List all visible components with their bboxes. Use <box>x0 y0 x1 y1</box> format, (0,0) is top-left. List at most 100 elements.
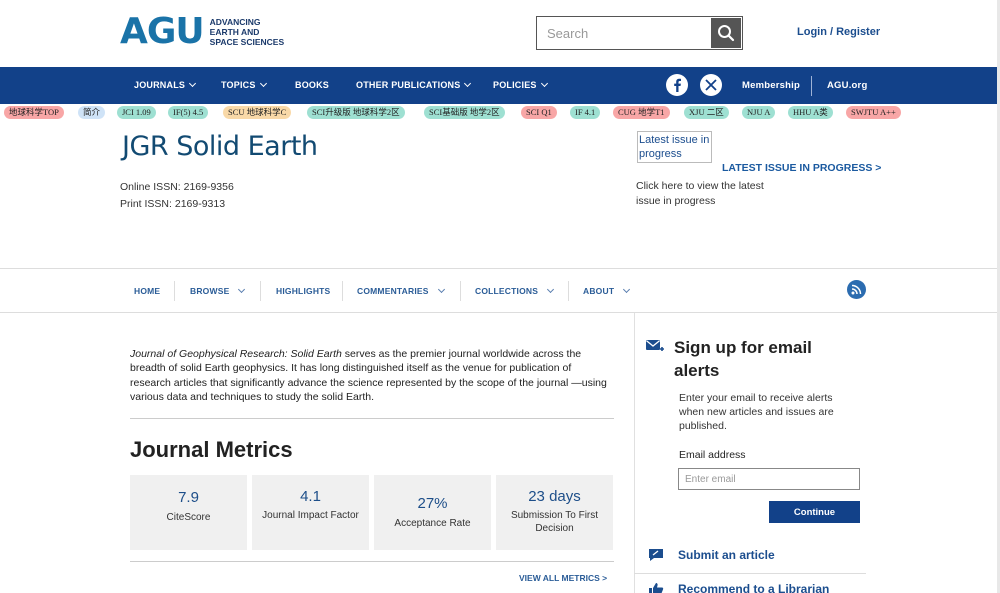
facebook-icon <box>674 78 681 92</box>
subnav-about[interactable]: ABOUT <box>583 285 631 296</box>
latest-issue-link[interactable]: LATEST ISSUE IN PROGRESS > <box>722 162 881 174</box>
search-button[interactable] <box>711 18 741 48</box>
nav-topics[interactable]: TOPICS <box>221 79 267 90</box>
tag-item[interactable]: NJU A <box>742 106 776 119</box>
subnav-browse[interactable]: BROWSE <box>190 285 246 296</box>
subnav-browse-label: BROWSE <box>190 286 230 296</box>
recommend-librarian-link[interactable]: Recommend to a Librarian <box>648 582 829 593</box>
continue-button[interactable]: Continue <box>769 501 860 523</box>
submit-article-link[interactable]: Submit an article <box>648 548 775 562</box>
metric-label: Acceptance Rate <box>394 518 471 529</box>
subnav-separator <box>460 281 461 301</box>
nav-journals-label: JOURNALS <box>134 80 186 90</box>
view-all-metrics-link[interactable]: VIEW ALL METRICS > <box>519 573 607 583</box>
online-issn: Online ISSN: 2169-9356 <box>120 181 234 193</box>
subnav-about-label: ABOUT <box>583 286 615 296</box>
metric-value: 7.9 <box>178 489 199 506</box>
email-alert-icon <box>646 340 664 351</box>
chevron-down-icon <box>464 79 472 88</box>
nav-books-label: BOOKS <box>295 80 330 90</box>
nav-policies-label: POLICIES <box>493 80 537 90</box>
journal-title[interactable]: JGR Solid Earth <box>122 131 318 162</box>
tag-item[interactable]: 简介 <box>78 106 106 119</box>
search-input[interactable] <box>537 17 709 49</box>
x-twitter-link[interactable] <box>700 74 722 96</box>
tag-item[interactable]: 地球科学TOP <box>4 106 64 119</box>
sidebar-divider <box>634 573 866 574</box>
metric-value: 27% <box>417 495 448 512</box>
tag-item[interactable]: XJU 二区 <box>684 106 729 119</box>
email-address-label: Email address <box>679 449 746 461</box>
metric-card-citescore: 7.9 CiteScore <box>130 475 247 550</box>
search-icon <box>718 25 735 42</box>
logo-line-1: ADVANCING <box>209 17 261 27</box>
nav-membership[interactable]: Membership <box>742 80 800 91</box>
subnav-home[interactable]: HOME <box>134 286 160 296</box>
journal-subnav: HOME BROWSE HIGHLIGHTS COMMENTARIES COLL… <box>0 268 997 313</box>
subnav-separator <box>260 281 261 301</box>
nav-journals[interactable]: JOURNALS <box>134 79 197 90</box>
latest-issue-image[interactable]: Latest issue in progress <box>637 131 712 163</box>
tag-item[interactable]: JCI 1.09 <box>117 106 156 119</box>
nav-topics-label: TOPICS <box>221 80 256 90</box>
main-navbar: JOURNALS TOPICS BOOKS OTHER PUBLICATIONS… <box>0 67 997 104</box>
tag-item[interactable]: SCI升级版 地球科学2区 <box>307 106 405 119</box>
rss-feed-link[interactable] <box>847 280 866 299</box>
chevron-down-icon <box>437 285 445 294</box>
sidebar-divider <box>634 313 635 593</box>
chevron-down-icon <box>189 79 197 88</box>
metric-label: CiteScore <box>166 512 211 523</box>
search-box <box>536 16 743 50</box>
tag-item[interactable]: SCI基础版 地学2区 <box>424 106 505 119</box>
recommend-librarian-label: Recommend to a Librarian <box>678 582 830 593</box>
subnav-collections[interactable]: COLLECTIONS <box>475 285 555 296</box>
chevron-down-icon <box>238 285 246 294</box>
subnav-collections-label: COLLECTIONS <box>475 286 539 296</box>
tag-item[interactable]: SCU 地球科学C <box>223 106 292 119</box>
nav-agu-org[interactable]: AGU.org <box>827 80 867 91</box>
logo-line-2: EARTH AND <box>209 27 260 37</box>
logo-line-3: SPACE SCIENCES <box>209 37 285 47</box>
tag-item[interactable]: HHU A类 <box>788 106 833 119</box>
site-header: AGU ADVANCING EARTH AND SPACE SCIENCES L… <box>0 0 1000 67</box>
print-issn: Print ISSN: 2169-9313 <box>120 198 226 210</box>
submit-article-icon <box>649 549 663 561</box>
email-alerts-heading: Sign up for email alerts <box>674 338 812 380</box>
x-icon <box>705 79 717 91</box>
subnav-home-label: HOME <box>134 286 161 296</box>
tag-item[interactable]: IF 4.1 <box>570 106 601 119</box>
divider <box>130 561 614 562</box>
email-alerts-description: Enter your email to receive alerts when … <box>679 392 834 432</box>
chevron-down-icon <box>623 285 631 294</box>
nav-other-publications-label: OTHER PUBLICATIONS <box>356 80 461 90</box>
subnav-commentaries[interactable]: COMMENTARIES <box>357 285 445 296</box>
agu-logo[interactable]: AGU ADVANCING EARTH AND SPACE SCIENCES <box>120 14 284 50</box>
facebook-link[interactable] <box>666 74 688 96</box>
rss-icon <box>851 284 862 295</box>
nav-divider <box>811 76 812 96</box>
logo-tagline: ADVANCING EARTH AND SPACE SCIENCES <box>210 17 284 47</box>
journal-name-italic: Journal of Geophysical Research: Solid E… <box>130 348 342 360</box>
metric-card-acceptance-rate: 27% Acceptance Rate <box>374 475 491 550</box>
nav-other-publications[interactable]: OTHER PUBLICATIONS <box>356 79 472 90</box>
nav-policies[interactable]: POLICIES <box>493 79 548 90</box>
login-register-link[interactable]: Login / Register <box>797 26 880 38</box>
subnav-separator <box>568 281 569 301</box>
email-field[interactable] <box>678 468 860 490</box>
submit-article-label: Submit an article <box>678 548 775 562</box>
chevron-down-icon <box>259 79 267 88</box>
subnav-separator <box>174 281 175 301</box>
chevron-down-icon <box>540 79 548 88</box>
subnav-separator <box>342 281 343 301</box>
tag-item[interactable]: CUG 地学T1 <box>613 106 670 119</box>
logo-mark: AGU <box>120 11 205 52</box>
metric-value: 4.1 <box>300 488 321 505</box>
nav-books[interactable]: BOOKS <box>295 80 329 90</box>
divider <box>130 418 614 419</box>
subnav-highlights-label: HIGHLIGHTS <box>276 286 331 296</box>
tag-item[interactable]: IF(5) 4.5 <box>168 106 209 119</box>
tag-item[interactable]: SCI Q1 <box>521 106 557 119</box>
latest-issue-description: Click here to view the latest issue in p… <box>636 180 764 207</box>
subnav-highlights[interactable]: HIGHLIGHTS <box>276 286 330 296</box>
tag-item[interactable]: SWJTU A++ <box>846 106 901 119</box>
